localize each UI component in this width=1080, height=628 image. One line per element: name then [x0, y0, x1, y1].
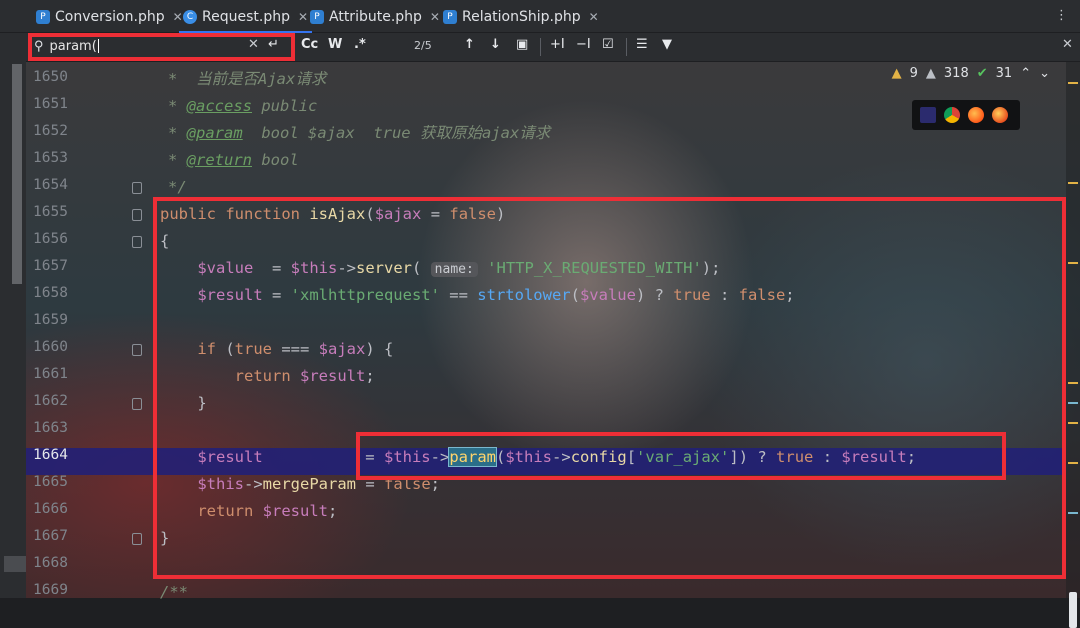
comment: public [252, 97, 318, 115]
scroll-marker [1068, 512, 1078, 514]
fold-marker-icon[interactable] [132, 236, 142, 248]
line-number: 1664 [33, 447, 68, 463]
close-find-bar-icon[interactable]: ✕ [1062, 37, 1073, 52]
line-number: 1652 [33, 123, 68, 139]
annotation-function-box [153, 197, 1066, 579]
fold-marker-icon[interactable] [132, 533, 142, 545]
side-panel-handle[interactable] [4, 556, 26, 572]
php-file-icon: P [36, 10, 50, 24]
php-class-icon: C [183, 10, 197, 24]
comment: * [168, 124, 187, 142]
line-number: 1656 [33, 231, 68, 247]
code-line: * @return bool [160, 147, 299, 174]
code-line: /** [160, 579, 188, 606]
tab-attribute[interactable]: P Attribute.php ✕ [310, 6, 440, 28]
filter-list-icon[interactable]: ☰ [636, 37, 648, 52]
doc-tag: @param [186, 124, 243, 142]
close-icon[interactable]: ✕ [430, 10, 440, 24]
line-number: 1654 [33, 177, 68, 193]
line-number: 1665 [33, 474, 68, 490]
editor-tab-bar: P Conversion.php ✕ C Request.php ✕ P Att… [0, 0, 1080, 33]
divider [540, 38, 541, 56]
next-occurrence-icon[interactable]: ↓ [490, 37, 501, 52]
code-line: * @param bool $ajax true 获取原始ajax请求 [160, 120, 550, 147]
annotation-search-box [28, 33, 295, 61]
match-count: 2/5 [414, 39, 432, 52]
line-number: 1657 [33, 258, 68, 274]
fold-marker-icon[interactable] [132, 344, 142, 356]
code-line: * 当前是否Ajax请求 [160, 66, 326, 93]
scroll-marker [1068, 422, 1078, 424]
tab-label: Conversion.php [55, 9, 165, 25]
comment: */ [168, 178, 187, 196]
filter-icon[interactable]: ▼ [662, 37, 672, 52]
line-number: 1667 [33, 528, 68, 544]
whole-words-button[interactable]: W [328, 37, 342, 52]
comment: /** [160, 583, 188, 601]
scroll-marker [1068, 382, 1078, 384]
regex-button[interactable]: .* [354, 37, 366, 52]
php-file-icon: P [443, 10, 457, 24]
tab-relationship[interactable]: P RelationShip.php ✕ [443, 6, 599, 28]
line-number: 1662 [33, 393, 68, 409]
line-number-gutter: 1650 1651 1652 1653 1654 1655 1656 1657 1658 1659… [26, 66, 146, 598]
line-number: 1650 [33, 69, 68, 85]
vertical-scroll-indicator [12, 64, 22, 284]
close-icon[interactable]: ✕ [589, 10, 599, 24]
select-all-occurrences-icon[interactable]: ▣ [516, 37, 528, 52]
line-number: 1663 [33, 420, 68, 436]
tab-overflow-menu-icon[interactable]: ⋮ [1055, 8, 1068, 23]
previous-occurrence-icon[interactable]: ↑ [464, 37, 475, 52]
tool-window-strip [0, 0, 26, 598]
divider [626, 38, 627, 56]
fold-marker-icon[interactable] [132, 182, 142, 194]
doc-tag: @access [186, 97, 252, 115]
fold-marker-icon[interactable] [132, 209, 142, 221]
line-number: 1661 [33, 366, 68, 382]
close-icon[interactable]: ✕ [298, 10, 308, 24]
tab-request[interactable]: C Request.php ✕ [178, 6, 313, 33]
close-icon[interactable]: ✕ [173, 10, 183, 24]
line-number: 1666 [33, 501, 68, 517]
code-line: * @access public [160, 93, 317, 120]
doc-tag: @return [186, 151, 252, 169]
tab-conversion[interactable]: P Conversion.php ✕ [36, 6, 183, 28]
comment: bool [252, 151, 299, 169]
tab-label: Attribute.php [329, 9, 422, 25]
comment: * [168, 151, 187, 169]
line-number: 1658 [33, 285, 68, 301]
scroll-marker [1068, 262, 1078, 264]
line-number: 1653 [33, 150, 68, 166]
line-number: 1659 [33, 312, 68, 328]
line-number: 1660 [33, 339, 68, 355]
match-case-button[interactable]: Cc [301, 37, 318, 52]
scroll-thumb[interactable] [1069, 592, 1077, 628]
line-number: 1651 [33, 96, 68, 112]
scroll-marker [1068, 462, 1078, 464]
editor-scrollbar[interactable] [1066, 62, 1080, 628]
php-file-icon: P [310, 10, 324, 24]
remove-occurrence-icon[interactable]: −I [576, 37, 591, 52]
comment: * [168, 97, 187, 115]
scroll-marker [1068, 82, 1078, 84]
scroll-marker [1068, 402, 1078, 404]
line-number: 1669 [33, 582, 68, 598]
tab-label: RelationShip.php [462, 9, 581, 25]
line-number: 1668 [33, 555, 68, 571]
select-all-matches-icon[interactable]: ☑ [602, 37, 614, 52]
annotation-line-box [356, 432, 1006, 480]
comment: * 当前是否Ajax请求 [168, 70, 327, 88]
fold-marker-icon[interactable] [132, 398, 142, 410]
scroll-marker [1068, 182, 1078, 184]
line-number: 1655 [33, 204, 68, 220]
tab-label: Request.php [202, 9, 290, 25]
comment: bool $ajax true 获取原始ajax请求 [242, 124, 551, 142]
add-occurrence-icon[interactable]: +I [550, 37, 565, 52]
